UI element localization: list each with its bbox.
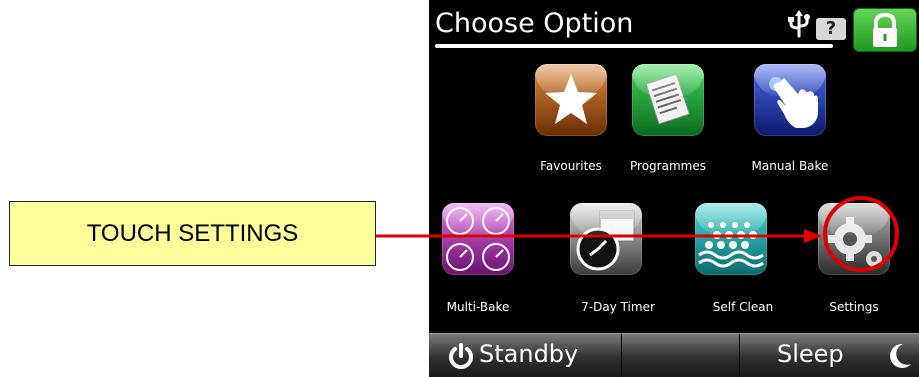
self-clean-label: Self Clean bbox=[712, 300, 774, 314]
title-underline bbox=[435, 44, 833, 48]
standby-label: Standby bbox=[479, 340, 579, 368]
multi-bake-label: Multi-Bake bbox=[446, 300, 510, 314]
programmes-label: Programmes bbox=[630, 159, 706, 173]
programmes-icon bbox=[632, 64, 704, 136]
sleep-label: Sleep bbox=[777, 340, 844, 368]
usb-icon bbox=[788, 10, 810, 38]
blank-button[interactable] bbox=[621, 334, 740, 377]
settings-label: Settings bbox=[829, 300, 879, 314]
multi-bake-icon bbox=[442, 203, 514, 275]
moon-icon bbox=[890, 343, 911, 368]
bottom-bar: Standby Sleep bbox=[429, 333, 919, 377]
timer-icon bbox=[570, 203, 642, 275]
standby-button[interactable]: Standby bbox=[429, 334, 622, 377]
7-day-timer-label: 7-Day Timer bbox=[581, 300, 655, 314]
power-icon bbox=[449, 343, 473, 369]
lock-button[interactable] bbox=[853, 8, 917, 52]
settings-icon bbox=[818, 203, 890, 275]
header: Choose Option ? bbox=[429, 0, 919, 52]
lock-icon bbox=[873, 12, 897, 47]
callout-box: TOUCH SETTINGS bbox=[9, 201, 376, 266]
manual-bake-icon bbox=[754, 64, 826, 136]
oven-touch-screen: Choose Option ? Favourites Programmes Ma… bbox=[429, 0, 919, 377]
favourites-icon bbox=[535, 64, 607, 136]
sleep-button[interactable]: Sleep bbox=[739, 334, 919, 377]
page-title: Choose Option bbox=[435, 8, 634, 39]
self-clean-icon bbox=[695, 203, 767, 275]
manual-bake-label: Manual Bake bbox=[751, 159, 829, 173]
help-button[interactable]: ? bbox=[816, 18, 846, 40]
callout-text: TOUCH SETTINGS bbox=[86, 220, 299, 247]
